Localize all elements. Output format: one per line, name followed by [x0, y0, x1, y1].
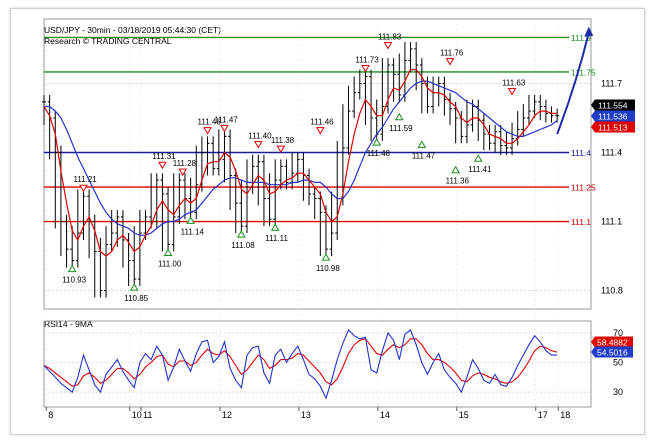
chart-frame: USD/JPY - 30min - 03/18/2019 05:44:30 (C… [10, 8, 645, 435]
high-price-label: 111.83 [378, 33, 402, 42]
rsi-value-badge-pointer [591, 346, 595, 358]
high-price-label: 111.76 [440, 49, 464, 58]
low-marker [67, 264, 77, 273]
high-marker [383, 42, 393, 50]
high-marker [253, 140, 263, 149]
level-label: 111.4 [571, 148, 591, 158]
level-label: 111.75 [571, 67, 596, 77]
low-price-label: 110.85 [124, 294, 148, 303]
rsi-tick-label: 50 [613, 358, 623, 368]
rsi-value-badge-text: 58.4882 [597, 338, 628, 348]
low-marker [451, 165, 461, 174]
price-tick-label: 111.7 [601, 78, 622, 88]
high-marker [158, 161, 167, 170]
chart-svg: USD/JPY - 30min - 03/18/2019 05:44:30 (C… [42, 18, 635, 420]
rsi-tick-label: 70 [613, 328, 623, 338]
level-label: 111.25 [571, 183, 596, 193]
low-price-label: 110.98 [316, 264, 340, 273]
rsi-line [43, 328, 558, 400]
low-price-label: 111.36 [446, 177, 470, 186]
chart-title: USD/JPY - 30min - 03/18/2019 05:44:30 (C… [44, 25, 221, 35]
x-tick-label: 13 [301, 410, 311, 420]
high-marker [79, 184, 88, 193]
price-value-badge-pointer [591, 99, 595, 111]
high-price-label: 111.38 [271, 136, 295, 145]
low-marker [394, 112, 404, 121]
high-marker [220, 124, 229, 133]
low-price-label: 111.14 [181, 227, 205, 236]
high-price-label: 111.63 [502, 79, 526, 88]
price-tick-label: 110.8 [601, 286, 623, 296]
low-marker [186, 216, 195, 224]
projection-arrowhead [584, 26, 594, 37]
price-value-badge-pointer [591, 110, 595, 122]
low-marker [417, 140, 427, 148]
low-marker [129, 283, 139, 291]
low-marker [372, 138, 382, 146]
high-price-label: 111.73 [355, 56, 379, 65]
price-value-badge-text: 111.554 [598, 101, 628, 111]
x-tick-label: 17 [538, 410, 548, 420]
low-price-label: 111.59 [389, 124, 413, 133]
low-price-label: 110.93 [62, 276, 86, 285]
level-label: 111.1 [571, 217, 591, 227]
low-price-label: 111.41 [468, 165, 492, 174]
x-tick-label: 10 [132, 410, 142, 420]
price-tick-label: 111.1 [601, 217, 622, 227]
x-tick-label: 15 [459, 410, 469, 420]
price-value-badge-text: 111.536 [598, 112, 628, 122]
x-tick-label: 12 [222, 410, 232, 420]
low-price-label: 111.48 [367, 149, 391, 158]
price-value-badge-pointer [591, 121, 595, 133]
high-marker [315, 127, 325, 135]
low-price-label: 111.47 [412, 151, 436, 160]
low-marker [163, 248, 173, 257]
rsi-tick-label: 30 [613, 387, 623, 397]
low-marker [270, 223, 280, 231]
high-price-label: 111.46 [310, 118, 334, 127]
high-marker [507, 88, 517, 96]
low-marker [237, 230, 246, 238]
low-price-label: 111.00 [158, 260, 182, 269]
high-price-label: 111.21 [73, 175, 97, 184]
high-price-label: 111.40 [248, 131, 272, 140]
high-price-label: 111.28 [173, 159, 197, 168]
low-marker [473, 154, 483, 162]
x-tick-label: 18 [560, 410, 570, 420]
grid-layer [43, 18, 592, 408]
ma-fast-line [43, 68, 558, 257]
x-tick-label: 14 [380, 410, 390, 420]
high-marker [361, 65, 370, 73]
high-marker [445, 58, 455, 66]
rsi-panel-border [43, 320, 592, 408]
x-tick-label: 8 [48, 410, 53, 420]
low-marker [321, 253, 331, 261]
rsi-value-badge-text: 54.5016 [597, 348, 628, 358]
series-layer [42, 42, 560, 400]
x-tick-label: 11 [143, 410, 152, 420]
price-tick-label: 111.4 [601, 147, 622, 157]
price-value-badge-text: 111.513 [598, 123, 628, 133]
rsi-value-badge-pointer [591, 336, 595, 348]
high-marker [203, 127, 212, 135]
high-price-label: 111.47 [214, 115, 238, 124]
low-price-label: 111.08 [231, 241, 255, 250]
high-marker [276, 145, 286, 154]
annotations-layer: 111.21110.93110.85111.31111.00111.28111.… [62, 26, 594, 303]
low-price-label: 111.11 [265, 234, 288, 243]
